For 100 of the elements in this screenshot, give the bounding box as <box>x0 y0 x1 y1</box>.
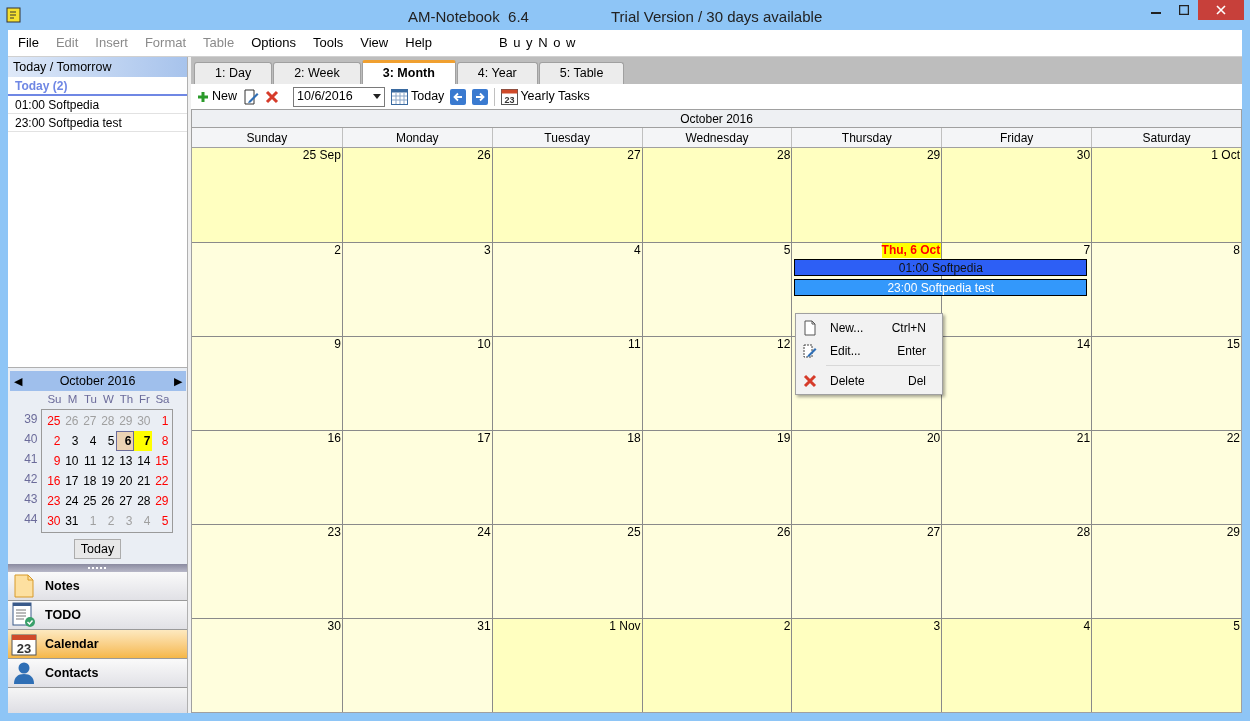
day-cell[interactable]: 5 <box>641 242 792 336</box>
day-cell[interactable]: 27 <box>491 148 642 242</box>
calendar-day[interactable]: 11 <box>79 451 98 471</box>
day-cell[interactable]: 29 <box>1091 524 1241 618</box>
day-cell[interactable]: 4 <box>491 242 642 336</box>
today-button[interactable]: Today <box>73 539 122 559</box>
tab[interactable]: 3: Month <box>361 60 456 84</box>
calendar-day[interactable]: 6 <box>115 431 134 451</box>
weekday-header: Thursday <box>791 128 942 147</box>
calendar-day[interactable]: 24 <box>61 491 80 511</box>
calendar-day[interactable]: 20 <box>115 471 134 491</box>
day-cell[interactable]: 2 <box>641 618 792 712</box>
date-combo[interactable]: 10/6/2016 <box>293 86 385 107</box>
day-cell[interactable]: 27 <box>791 524 942 618</box>
day-cell[interactable]: 19 <box>641 430 792 524</box>
day-cell[interactable]: 12 <box>641 336 792 430</box>
day-cell[interactable]: 10 <box>341 336 492 430</box>
splitter-handle[interactable] <box>8 564 187 572</box>
day-cell[interactable]: 15 <box>1091 336 1241 430</box>
day-cell[interactable]: 26 <box>341 148 492 242</box>
day-cell[interactable]: 23 <box>192 524 342 618</box>
day-cell[interactable]: 20 <box>791 430 942 524</box>
dropdown-caret-icon <box>373 94 381 99</box>
tab[interactable]: 5: Table <box>538 62 625 84</box>
nav-item[interactable]: TODO <box>8 601 187 630</box>
delete-button[interactable] <box>265 89 279 104</box>
previous-button[interactable] <box>450 88 467 105</box>
day-cell[interactable]: 22 <box>1091 430 1241 524</box>
day-cell[interactable]: 9 <box>192 336 342 430</box>
day-cell[interactable]: 28 <box>641 148 792 242</box>
day-label: 7 <box>1083 243 1092 258</box>
day-cell[interactable]: 25 <box>491 524 642 618</box>
day-cell[interactable]: 30 <box>941 148 1092 242</box>
calendar-day[interactable]: 21 <box>133 471 152 491</box>
day-cell[interactable]: 3 <box>341 242 492 336</box>
day-cell[interactable]: 28 <box>941 524 1092 618</box>
yearly-tasks-button[interactable]: 23 Yearly Tasks <box>501 87 590 106</box>
calendar-day[interactable]: 14 <box>133 451 152 471</box>
day-cell[interactable]: 30 <box>192 618 342 712</box>
new-button[interactable]: New <box>197 87 237 106</box>
tab[interactable]: 4: Year <box>456 62 538 84</box>
previous-month-button[interactable]: ◀ <box>13 372 22 390</box>
calendar-day[interactable]: 27 <box>115 491 134 511</box>
day-cell[interactable]: 3 <box>791 618 942 712</box>
menu-item[interactable]: Tools <box>312 33 344 53</box>
nav-item[interactable]: Contacts <box>8 659 187 688</box>
day-cell[interactable]: 18 <box>491 430 642 524</box>
calendar-day[interactable]: 3 <box>61 431 80 451</box>
calendar-day[interactable]: 25 <box>79 491 98 511</box>
calendar-day[interactable]: 28 <box>133 491 152 511</box>
menu-item[interactable]: Options <box>251 33 296 53</box>
next-button[interactable] <box>472 88 489 105</box>
next-month-button[interactable]: ▶ <box>173 372 182 390</box>
calendar-day[interactable]: 13 <box>115 451 134 471</box>
edit-button[interactable] <box>243 88 259 105</box>
day-label: 2 <box>334 243 342 258</box>
list-item[interactable]: 01:00 Softpedia <box>8 96 187 114</box>
nav-item[interactable]: 23 Calendar <box>8 630 187 659</box>
menu-item[interactable]: File <box>18 33 39 53</box>
calendar-day[interactable]: 26 <box>97 491 116 511</box>
weekday-header: Wednesday <box>641 128 792 147</box>
calendar-day[interactable]: 5 <box>97 431 116 451</box>
day-cell[interactable]: 1 Oct <box>1091 148 1241 242</box>
day-cell[interactable]: 31 <box>341 618 492 712</box>
menu-item[interactable]: Delete Del <box>796 369 942 392</box>
calendar-day[interactable]: 12 <box>97 451 116 471</box>
day-cell[interactable]: 21 <box>941 430 1092 524</box>
day-cell[interactable]: 11 <box>491 336 642 430</box>
list-item[interactable]: 23:00 Softpedia test <box>8 114 187 132</box>
menu-item[interactable]: Edit... Enter <box>796 339 942 362</box>
calendar-day[interactable]: 17 <box>61 471 80 491</box>
day-cell[interactable]: 4 <box>941 618 1092 712</box>
day-cell[interactable]: 5 <box>1091 618 1241 712</box>
calendar-day[interactable]: 18 <box>79 471 98 491</box>
menu-item[interactable]: Help <box>405 33 432 53</box>
day-cell[interactable]: 8 <box>1091 242 1241 336</box>
calendar-day[interactable]: 10 <box>61 451 80 471</box>
nav-item[interactable]: Notes <box>8 572 187 601</box>
day-cell[interactable]: 16 <box>192 430 342 524</box>
day-cell[interactable]: 25 Sep <box>192 148 342 242</box>
calendar-day[interactable]: 4 <box>79 431 98 451</box>
day-cell[interactable]: 17 <box>341 430 492 524</box>
tab[interactable]: 2: Week <box>273 62 361 84</box>
today-button[interactable]: Today <box>391 87 445 106</box>
maximize-icon <box>1179 5 1189 15</box>
calendar-day[interactable]: 19 <box>97 471 116 491</box>
menu-item[interactable]: View <box>360 33 389 53</box>
buy-now-link[interactable]: B u y N o w <box>499 33 577 53</box>
day-cell[interactable]: 1 Nov <box>491 618 642 712</box>
month-title: October 2016 <box>192 110 1241 128</box>
event-bar[interactable]: 01:00 Softpedia <box>794 259 1088 276</box>
day-cell[interactable]: 2 <box>192 242 342 336</box>
day-cell[interactable]: 24 <box>341 524 492 618</box>
tab[interactable]: 1: Day <box>194 62 273 84</box>
day-cell[interactable]: 29 <box>791 148 942 242</box>
menu-item[interactable]: New... Ctrl+N <box>796 316 942 339</box>
day-cell[interactable]: 26 <box>641 524 792 618</box>
calendar-day[interactable]: 31 <box>61 511 80 531</box>
day-cell[interactable]: 14 <box>941 336 1092 430</box>
delete-icon <box>265 89 279 104</box>
